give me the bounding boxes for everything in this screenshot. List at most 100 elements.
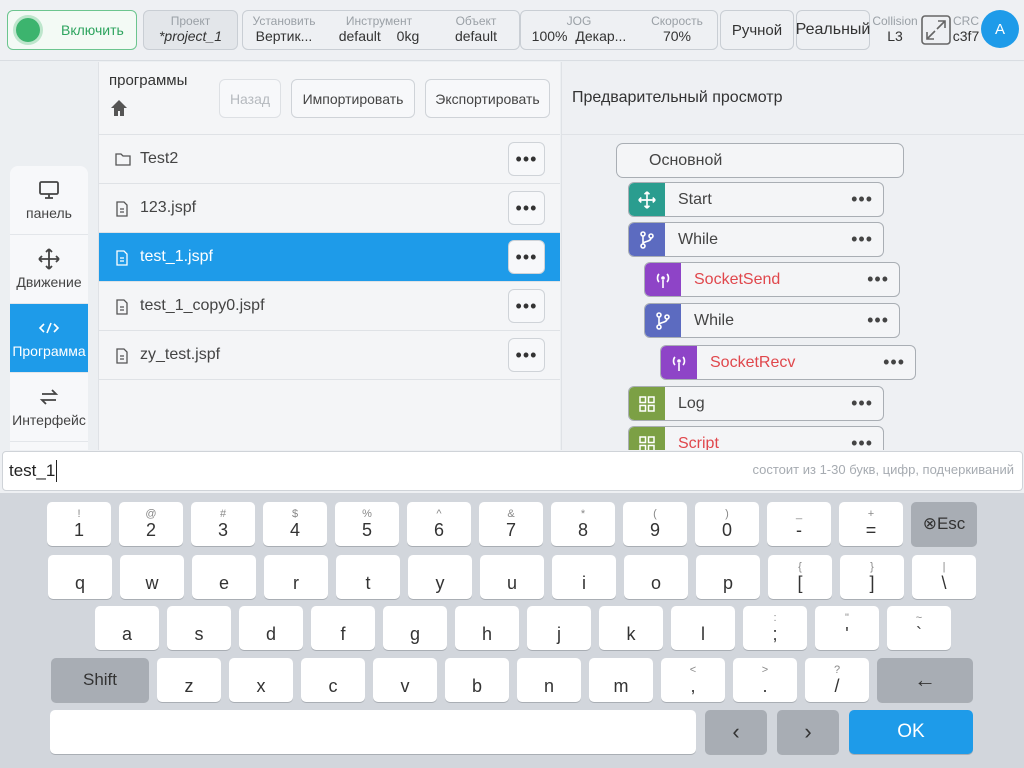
key[interactable]: p — [696, 555, 760, 599]
key[interactable]: #3 — [191, 502, 255, 546]
key[interactable]: l — [671, 606, 735, 650]
key[interactable]: ) 0 — [695, 502, 759, 546]
shift-key[interactable]: Shift — [51, 658, 149, 702]
key[interactable]: @2 — [119, 502, 183, 546]
more-options-button[interactable]: ••• — [508, 142, 545, 176]
more-options-button[interactable]: ••• — [508, 289, 545, 323]
home-icon[interactable] — [109, 98, 129, 118]
key[interactable]: r — [264, 555, 328, 599]
key[interactable]: g — [383, 606, 447, 650]
real-mode-button[interactable]: Реальный — [796, 10, 870, 50]
key[interactable]: y — [408, 555, 472, 599]
key[interactable]: c — [301, 658, 365, 702]
key[interactable]: }] — [840, 555, 904, 599]
main-program-block[interactable]: Основной — [616, 143, 904, 178]
key[interactable]: ^ 6 — [407, 502, 471, 546]
config-group[interactable]: Установить Вертик... Инструмент default … — [242, 10, 520, 50]
key[interactable]: >. — [733, 658, 797, 702]
key[interactable]: :; — [743, 606, 807, 650]
key[interactable]: d — [239, 606, 303, 650]
key[interactable]: u — [480, 555, 544, 599]
tool-indicator[interactable]: Инструмент default 0kg — [325, 11, 433, 49]
jog-speed-group[interactable]: JOG 100% Декар... Скорость 70% — [520, 10, 718, 50]
key[interactable]: (9 — [623, 502, 687, 546]
more-options-button[interactable]: ••• — [867, 310, 889, 331]
key[interactable]: e — [192, 555, 256, 599]
file-row-selected[interactable]: test_1.jspf ••• — [99, 233, 560, 282]
block-while-nested[interactable]: While ••• — [644, 303, 900, 338]
key[interactable]: v — [373, 658, 437, 702]
key[interactable]: {[ — [768, 555, 832, 599]
file-row-folder[interactable]: Test2 ••• — [99, 135, 560, 184]
more-options-button[interactable]: ••• — [508, 240, 545, 274]
block-start[interactable]: Start ••• — [628, 182, 884, 217]
key[interactable]: j — [527, 606, 591, 650]
key[interactable]: h — [455, 606, 519, 650]
key[interactable]: q — [48, 555, 112, 599]
key[interactable]: _ - — [767, 502, 831, 546]
key[interactable]: f — [311, 606, 375, 650]
key[interactable]: o — [624, 555, 688, 599]
install-indicator[interactable]: Установить Вертик... — [243, 11, 325, 49]
speed-indicator[interactable]: Скорость 70% — [637, 11, 717, 49]
manual-mode-button[interactable]: Ручной — [720, 10, 794, 50]
export-button[interactable]: Экспортировать — [425, 79, 550, 118]
more-options-button[interactable]: ••• — [867, 269, 889, 290]
key[interactable]: " ' — [815, 606, 879, 650]
more-options-button[interactable]: ••• — [851, 229, 873, 250]
more-options-button[interactable]: ••• — [508, 191, 545, 225]
key[interactable]: m — [589, 658, 653, 702]
key[interactable]: | \ — [912, 555, 976, 599]
key[interactable]: t — [336, 555, 400, 599]
nav-item-program[interactable]: Программа — [10, 304, 88, 373]
key[interactable]: % 5 — [335, 502, 399, 546]
object-indicator[interactable]: Объект default — [433, 11, 519, 49]
more-options-button[interactable]: ••• — [851, 189, 873, 210]
nav-item-interface[interactable]: Интерфейс — [10, 373, 88, 442]
nav-item-panel[interactable]: панель — [10, 166, 88, 235]
user-avatar[interactable]: A — [981, 10, 1019, 48]
key[interactable]: * 8 — [551, 502, 615, 546]
block-socketsend[interactable]: SocketSend ••• — [644, 262, 900, 297]
space-key[interactable] — [50, 710, 696, 754]
import-button[interactable]: Импортировать — [291, 79, 415, 118]
key[interactable]: ~ ` — [887, 606, 951, 650]
program-name-input[interactable]: test_1 состоит из 1-30 букв, цифр, подче… — [2, 451, 1023, 491]
block-socketrecv[interactable]: SocketRecv ••• — [660, 345, 916, 380]
key[interactable]: k — [599, 606, 663, 650]
file-row[interactable]: zy_test.jspf ••• — [99, 331, 560, 380]
expand-icon[interactable] — [921, 15, 951, 45]
project-indicator[interactable]: Проект *project_1 — [143, 10, 238, 50]
key[interactable]: i — [552, 555, 616, 599]
key[interactable]: n — [517, 658, 581, 702]
key[interactable]: ? / — [805, 658, 869, 702]
key[interactable]: <, — [661, 658, 725, 702]
more-options-button[interactable]: ••• — [508, 338, 545, 372]
more-options-button[interactable]: ••• — [851, 393, 873, 414]
key[interactable]: a — [95, 606, 159, 650]
esc-key[interactable]: ⊗Esc — [911, 502, 977, 546]
key[interactable]: w — [120, 555, 184, 599]
cursor-right-key[interactable]: › — [777, 710, 839, 754]
more-options-button[interactable]: ••• — [883, 352, 905, 373]
ok-key[interactable]: OK — [849, 710, 973, 754]
cursor-left-key[interactable]: ‹ — [705, 710, 767, 754]
backspace-key[interactable]: ← — [877, 658, 973, 702]
key[interactable]: ! 1 — [47, 502, 111, 546]
file-row[interactable]: test_1_copy0.jspf ••• — [99, 282, 560, 331]
block-while[interactable]: While ••• — [628, 222, 884, 257]
key[interactable]: b — [445, 658, 509, 702]
block-script[interactable]: Script ••• — [628, 426, 884, 452]
back-button[interactable]: Назад — [219, 79, 281, 118]
key[interactable]: s — [167, 606, 231, 650]
jog-indicator[interactable]: JOG 100% Декар... — [521, 11, 637, 49]
nav-item-motion[interactable]: Движение — [10, 235, 88, 304]
key[interactable]: $4 — [263, 502, 327, 546]
file-row[interactable]: 123.jspf ••• — [99, 184, 560, 233]
key[interactable]: + = — [839, 502, 903, 546]
enable-button[interactable]: Включить — [7, 10, 137, 50]
collision-indicator[interactable]: Collision L3 — [872, 14, 918, 45]
key[interactable]: x — [229, 658, 293, 702]
key[interactable]: & 7 — [479, 502, 543, 546]
key[interactable]: z — [157, 658, 221, 702]
